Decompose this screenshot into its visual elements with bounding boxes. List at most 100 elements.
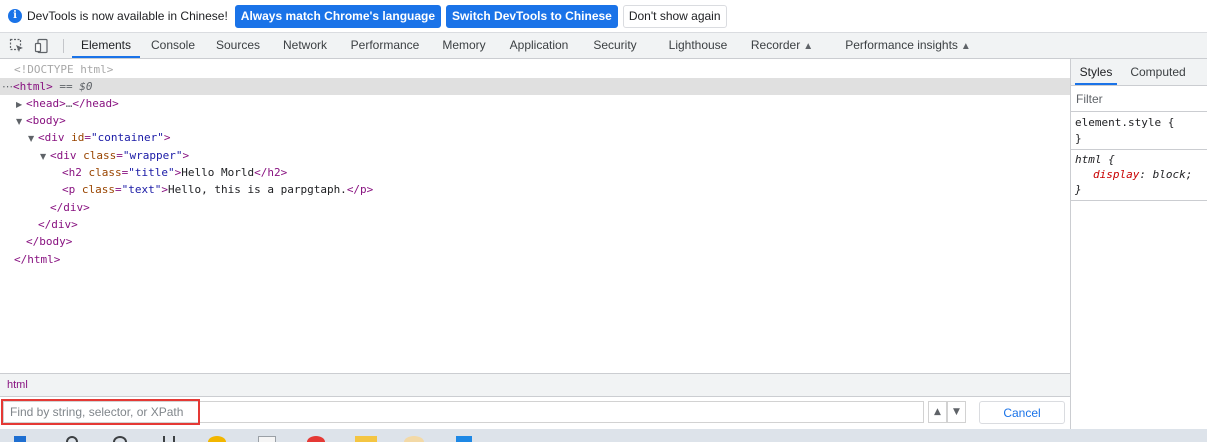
tab-application[interactable]: Application (503, 33, 575, 58)
rule-html[interactable]: html { display: block; } (1071, 150, 1207, 201)
dom-line-container[interactable]: ▼ <div id="container"> (0, 129, 1098, 146)
tab-elements[interactable]: Elements (72, 33, 140, 58)
expand-triangle-icon[interactable]: ▶ (16, 96, 26, 113)
h2-close-tag: </h2> (254, 166, 288, 179)
rule-selector: element.style { (1075, 116, 1175, 129)
app-icon-4[interactable] (404, 436, 424, 442)
search-input[interactable] (3, 401, 924, 423)
styles-sidebar: Styles Computed element.style { } html {… (1071, 59, 1207, 429)
tab-styles[interactable]: Styles (1075, 59, 1117, 85)
tab-memory[interactable]: Memory (436, 33, 492, 58)
devtools-tabbar: Elements Console Sources Network Perform… (0, 33, 1207, 59)
dom-line-p[interactable]: <p class="text">Hello, this is a parpgta… (0, 181, 1132, 198)
app-icon-1[interactable] (208, 436, 226, 442)
rule-selector: html { (1075, 153, 1115, 166)
tab-recorder-label: Recorder (750, 38, 801, 52)
switch-to-chinese-button[interactable]: Switch DevTools to Chinese (446, 4, 618, 28)
head-open-tag: <head> (26, 97, 66, 110)
tab-recorder[interactable]: Recorder ▲ (746, 33, 818, 58)
vscode-icon[interactable] (456, 436, 472, 442)
rule-close-brace: } (1075, 132, 1082, 145)
property-name: display (1093, 168, 1140, 181)
os-taskbar (0, 429, 1207, 442)
toolbar-separator (63, 39, 64, 53)
collapse-triangle-icon[interactable]: ▼ (28, 130, 38, 147)
breadcrumb-html[interactable]: html (7, 374, 28, 396)
tab-performance-insights[interactable]: Performance insights ▲ (840, 33, 976, 58)
info-icon: i (8, 9, 22, 23)
div-tag-name: div (44, 131, 65, 144)
attr-name-class: class (83, 149, 117, 162)
sidebar-tabs: Styles Computed (1071, 59, 1207, 86)
tab-sources[interactable]: Sources (210, 33, 266, 58)
collapse-triangle-icon[interactable]: ▼ (40, 148, 50, 165)
p-text-content: Hello, this is a parpgtaph. (168, 183, 347, 196)
dom-line-wrapper[interactable]: ▼ <div class="wrapper"> (0, 147, 1110, 164)
app-icon-2[interactable] (258, 436, 276, 442)
div-tag-name: div (56, 149, 77, 162)
always-match-language-button[interactable]: Always match Chrome's language (234, 4, 442, 28)
h2-text-content: Hello Morld (181, 166, 255, 179)
inspect-element-icon[interactable] (9, 38, 25, 54)
h2-tag-name: h2 (68, 166, 82, 179)
attr-name-class: class (88, 166, 122, 179)
infobar-message: DevTools is now available in Chinese! (27, 9, 228, 23)
tab-security[interactable]: Security (588, 33, 642, 58)
attr-value-container: "container" (91, 131, 164, 144)
rule-declaration[interactable]: display: block; (1093, 167, 1192, 182)
div-close-tag: </div> (38, 218, 78, 231)
head-close-tag: </head> (72, 97, 119, 110)
cortana-icon[interactable] (113, 436, 127, 442)
dom-line-body-close[interactable]: </body> (0, 233, 1096, 250)
attr-name-class: class (81, 183, 115, 196)
dom-line-wrapper-close[interactable]: </div> (0, 199, 1120, 216)
dom-line-h2[interactable]: <h2 class="title">Hello Morld</h2> (0, 164, 1132, 181)
dont-show-again-button[interactable]: Don't show again (622, 4, 727, 28)
device-toolbar-icon[interactable] (34, 38, 50, 54)
collapse-triangle-icon[interactable]: ▼ (16, 113, 26, 130)
tab-computed[interactable]: Computed (1125, 59, 1191, 85)
dom-line-head[interactable]: ▶ <head>…</head> (0, 95, 1086, 112)
dom-line-html-selected[interactable]: ⋯<html> == $0 (0, 78, 1072, 95)
body-open-tag: <body> (26, 114, 66, 127)
tab-performance-insights-label: Performance insights (845, 38, 958, 52)
search-next-icon[interactable]: ▼ (947, 401, 966, 423)
body-close-tag: </body> (26, 235, 73, 248)
attr-value-text: "text" (121, 183, 162, 196)
dom-line-body[interactable]: ▼ <body> (0, 112, 1086, 129)
attr-value-wrapper: "wrapper" (122, 149, 183, 162)
task-view-icon[interactable] (163, 436, 175, 442)
dom-line-container-close[interactable]: </div> (0, 216, 1108, 233)
breadcrumb: html (0, 373, 1070, 397)
styles-filter-row (1071, 86, 1207, 112)
file-explorer-icon[interactable] (355, 436, 377, 442)
tab-network[interactable]: Network (276, 33, 334, 58)
rule-element-style[interactable]: element.style { } (1071, 113, 1207, 150)
cancel-search-button[interactable]: Cancel (979, 401, 1065, 424)
html-open-tag: <html> (13, 80, 53, 93)
tab-lighthouse[interactable]: Lighthouse (662, 33, 734, 58)
tab-console[interactable]: Console (145, 33, 201, 58)
p-close-tag: </p> (346, 183, 374, 196)
app-icon-3[interactable] (307, 436, 325, 442)
search-previous-icon[interactable]: ▲ (928, 401, 947, 423)
dom-line-html-close[interactable]: </html> (0, 251, 1084, 268)
html-close-tag: </html> (14, 253, 61, 266)
p-tag-name: p (68, 183, 76, 196)
tab-performance[interactable]: Performance (345, 33, 425, 58)
attr-name-id: id (71, 131, 85, 144)
property-value: block; (1152, 168, 1193, 181)
selected-marker: == $0 (59, 80, 93, 93)
start-icon[interactable] (14, 436, 26, 442)
language-infobar: i DevTools is now available in Chinese! … (0, 0, 1207, 33)
div-close-tag: </div> (50, 201, 90, 214)
attr-value-title: "title" (128, 166, 175, 179)
dom-tree: <!DOCTYPE html> ⋯<html> == $0 ▶ <head>…</… (0, 59, 1072, 372)
styles-filter-input[interactable] (1074, 89, 1206, 108)
dom-line-doctype[interactable]: <!DOCTYPE html> (0, 61, 1084, 78)
search-bar: ▲ ▼ Cancel (0, 397, 1070, 429)
search-icon[interactable] (66, 436, 78, 442)
experimental-flask-icon: ▲ (960, 41, 971, 52)
more-actions-dots[interactable]: ⋯ (2, 80, 13, 93)
experimental-flask-icon: ▲ (803, 41, 814, 52)
